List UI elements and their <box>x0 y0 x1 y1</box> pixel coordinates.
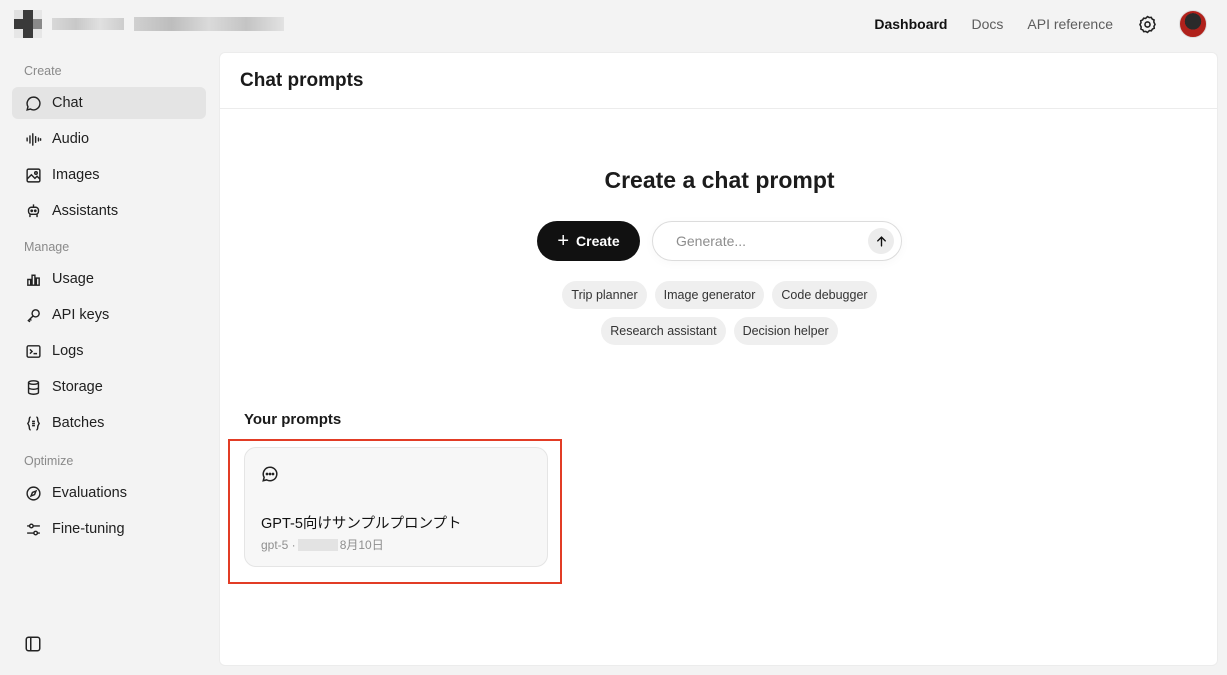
logo-icon <box>14 10 42 38</box>
sidebar-item-assistants[interactable]: Assistants <box>12 195 206 227</box>
sidebar-item-audio[interactable]: Audio <box>12 123 206 155</box>
chip-image-generator[interactable]: Image generator <box>654 281 765 309</box>
plus-icon: + <box>557 230 570 252</box>
sidebar-item-label: Fine-tuning <box>52 521 125 537</box>
send-arrow-icon[interactable] <box>868 228 894 254</box>
nav-docs[interactable]: Docs <box>971 16 1003 32</box>
avatar[interactable] <box>1179 10 1207 38</box>
nav-dashboard[interactable]: Dashboard <box>874 16 947 32</box>
page-header: Chat prompts <box>220 53 1217 109</box>
chat-dots-icon <box>261 465 279 483</box>
create-button-label: Create <box>576 233 620 249</box>
top-nav: Dashboard Docs API reference <box>850 0 1207 48</box>
generate-box <box>652 221 902 261</box>
sidebar-section-optimize: Optimize <box>24 454 74 468</box>
sidebar-item-label: Images <box>52 167 100 183</box>
page-title: Chat prompts <box>240 69 364 91</box>
braces-icon <box>24 414 42 432</box>
audio-waveform-icon <box>24 130 42 148</box>
sidebar-item-label: Audio <box>52 131 90 147</box>
sidebar-item-images[interactable]: Images <box>12 159 206 191</box>
sidebar-item-label: Evaluations <box>52 485 127 501</box>
sidebar-item-batches[interactable]: Batches <box>12 407 206 439</box>
redacted-text <box>297 538 338 551</box>
prompt-card-date: 8月10日 <box>339 538 384 552</box>
sidebar-item-label: Assistants <box>52 203 119 219</box>
prompt-card-title: GPT-5向けサンプルプロンプト <box>261 516 462 532</box>
sidebar-item-storage[interactable]: Storage <box>12 371 206 403</box>
database-icon <box>24 378 42 396</box>
sidebar-item-label: Usage <box>52 271 94 287</box>
sidebar-item-api-keys[interactable]: API keys <box>12 299 206 331</box>
sidebar-toggle-icon[interactable] <box>24 635 42 653</box>
chat-bubble-icon <box>24 94 42 112</box>
prompt-card-model: gpt-5 · <box>261 537 296 552</box>
chip-trip-planner[interactable]: Trip planner <box>562 281 647 309</box>
sidebar-item-label: Logs <box>52 343 84 359</box>
sidebar-item-usage[interactable]: Usage <box>12 263 206 295</box>
sidebar: Create Chat Audio Images Assistants Mana… <box>0 52 218 675</box>
org-project-switcher[interactable] <box>14 10 314 38</box>
sidebar-section-manage: Manage <box>24 240 70 254</box>
sidebar-item-fine-tuning[interactable]: Fine-tuning <box>12 513 206 545</box>
chip-code-debugger[interactable]: Code debugger <box>772 281 877 309</box>
robot-icon <box>24 202 42 220</box>
create-button[interactable]: + Create <box>537 221 640 261</box>
suggestion-chips-row-1: Trip planner Image generator Code debugg… <box>220 281 1219 309</box>
project-name-redacted <box>134 17 284 31</box>
sidebar-item-chat[interactable]: Chat <box>12 87 206 119</box>
image-icon <box>24 166 42 184</box>
org-name-redacted <box>52 18 124 30</box>
create-row: + Create <box>537 221 902 261</box>
gear-icon[interactable] <box>1137 14 1157 34</box>
sidebar-item-logs[interactable]: Logs <box>12 335 206 367</box>
your-prompts-heading: Your prompts <box>244 411 342 428</box>
main-panel: Chat prompts Create a chat prompt + Crea… <box>219 52 1218 666</box>
sidebar-item-label: API keys <box>52 307 110 323</box>
prompt-card[interactable]: GPT-5向けサンプルプロンプト gpt-5 · 8月10日 <box>244 447 548 567</box>
generate-input[interactable] <box>676 233 868 249</box>
sidebar-section-create: Create <box>24 64 62 78</box>
top-bar: Dashboard Docs API reference <box>0 0 1227 48</box>
sidebar-item-label: Storage <box>52 379 103 395</box>
terminal-icon <box>24 342 42 360</box>
bar-chart-icon <box>24 270 42 288</box>
create-heading: Create a chat prompt <box>604 167 835 193</box>
sidebar-item-evaluations[interactable]: Evaluations <box>12 477 206 509</box>
key-icon <box>24 306 42 324</box>
sliders-icon <box>24 520 42 538</box>
compass-icon <box>24 484 42 502</box>
nav-api-reference[interactable]: API reference <box>1027 16 1113 32</box>
chip-decision-helper[interactable]: Decision helper <box>733 317 838 345</box>
sidebar-item-label: Batches <box>52 415 105 431</box>
prompt-card-meta: gpt-5 · 8月10日 <box>261 536 384 553</box>
suggestion-chips-row-2: Research assistant Decision helper <box>220 317 1219 345</box>
chip-research-assistant[interactable]: Research assistant <box>601 317 726 345</box>
sidebar-item-label: Chat <box>52 95 83 111</box>
